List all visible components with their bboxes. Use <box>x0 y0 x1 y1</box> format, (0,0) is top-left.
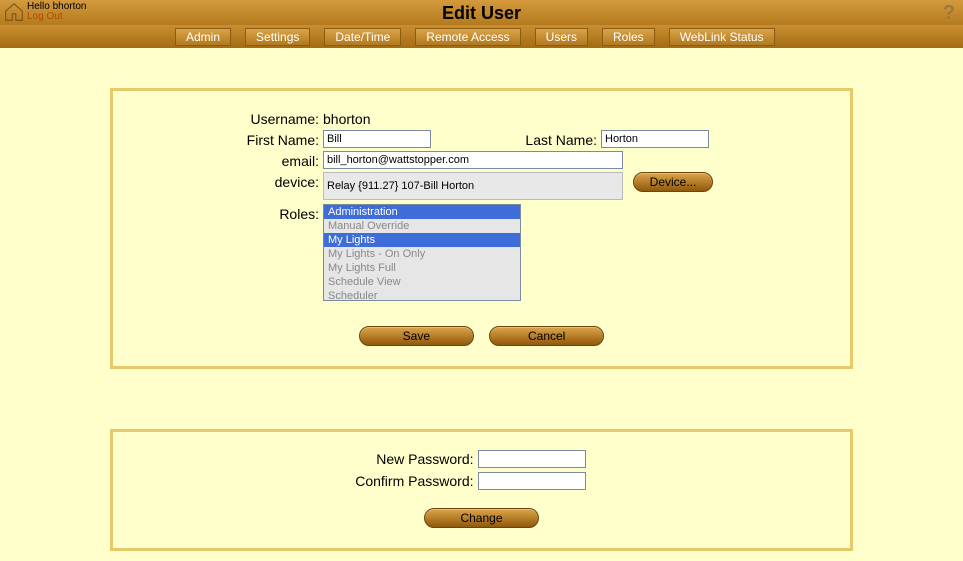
nav-admin[interactable]: Admin <box>175 28 231 46</box>
role-option[interactable]: Manual Override <box>324 219 520 233</box>
page-title: Edit User <box>0 0 963 24</box>
help-icon[interactable]: ? <box>943 2 955 25</box>
role-option[interactable]: My Lights Full <box>324 261 520 275</box>
username-label: Username: <box>133 109 323 127</box>
save-button[interactable]: Save <box>359 326 474 346</box>
confirm-password-label: Confirm Password: <box>178 473 478 489</box>
firstname-label: First Name: <box>133 130 323 148</box>
email-label: email: <box>133 151 323 169</box>
password-panel: New Password: Confirm Password: Change <box>110 429 853 551</box>
change-button[interactable]: Change <box>424 508 539 528</box>
lastname-label: Last Name: <box>501 130 601 148</box>
nav-remote-access[interactable]: Remote Access <box>415 28 520 46</box>
roles-label: Roles: <box>133 204 323 222</box>
role-option[interactable]: Administration <box>324 205 520 219</box>
email-input[interactable] <box>323 151 623 169</box>
nav-weblink-status[interactable]: WebLink Status <box>669 28 775 46</box>
nav-roles[interactable]: Roles <box>602 28 655 46</box>
nav-settings[interactable]: Settings <box>245 28 310 46</box>
nav-datetime[interactable]: Date/Time <box>324 28 401 46</box>
device-button[interactable]: Device... <box>633 172 713 192</box>
role-option[interactable]: My Lights <box>324 233 520 247</box>
nav-bar: Admin Settings Date/Time Remote Access U… <box>0 25 963 48</box>
cancel-button[interactable]: Cancel <box>489 326 604 346</box>
device-display <box>323 172 623 200</box>
role-option[interactable]: Scheduler <box>324 289 520 301</box>
home-icon[interactable] <box>3 1 25 23</box>
role-option[interactable]: Schedule View <box>324 275 520 289</box>
nav-users[interactable]: Users <box>535 28 588 46</box>
home-area: Hello bhorton Log Out <box>3 1 86 23</box>
role-option[interactable]: My Lights - On Only <box>324 247 520 261</box>
edit-user-panel: Username: bhorton First Name: Last Name:… <box>110 88 853 369</box>
confirm-password-input[interactable] <box>478 472 586 490</box>
header-bar: Hello bhorton Log Out Edit User ? <box>0 0 963 25</box>
username-value: bhorton <box>323 109 370 127</box>
roles-listbox[interactable]: Administration Manual Override My Lights… <box>323 204 521 301</box>
device-label: device: <box>133 172 323 190</box>
firstname-input[interactable] <box>323 130 431 148</box>
new-password-input[interactable] <box>478 450 586 468</box>
lastname-input[interactable] <box>601 130 709 148</box>
new-password-label: New Password: <box>178 451 478 467</box>
logout-link[interactable]: Log Out <box>27 12 86 22</box>
